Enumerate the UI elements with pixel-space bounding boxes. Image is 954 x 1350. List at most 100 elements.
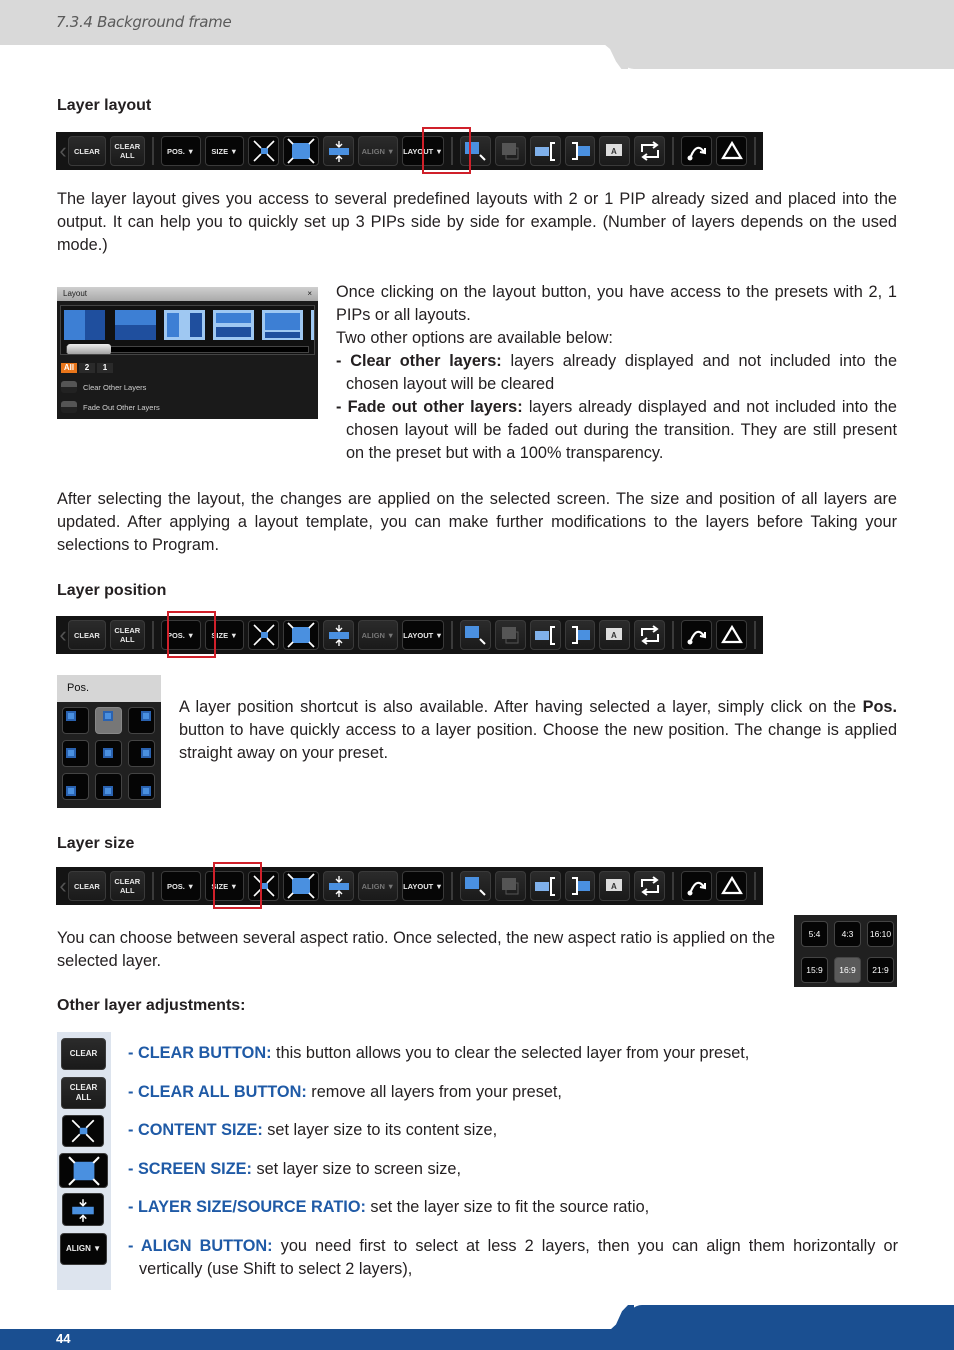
layout-preset-side-by-side[interactable] bbox=[64, 310, 105, 340]
layout-scroll-thumb[interactable] bbox=[67, 344, 111, 354]
layout-label: LAYOUT ▼ bbox=[403, 630, 443, 640]
resize-layer-button[interactable] bbox=[459, 871, 491, 901]
toolbar-pos-button[interactable]: POS. ▼ bbox=[160, 136, 201, 166]
source-ratio-button[interactable] bbox=[323, 620, 355, 650]
screen-size-button[interactable] bbox=[283, 620, 320, 650]
loop-layer-button[interactable] bbox=[634, 620, 666, 650]
position-center[interactable] bbox=[95, 740, 122, 767]
position-top-center[interactable] bbox=[95, 707, 122, 734]
image-layer-button[interactable]: A bbox=[599, 136, 631, 166]
undo-button[interactable] bbox=[681, 136, 713, 166]
layer-ghost-button[interactable] bbox=[494, 871, 526, 901]
layer-ghost-button[interactable] bbox=[494, 136, 526, 166]
clear-sample-label: CLEAR bbox=[69, 1049, 98, 1058]
resize-layer-button[interactable] bbox=[459, 620, 491, 650]
content-size-button[interactable] bbox=[248, 136, 280, 166]
toolbar-size-button[interactable]: SIZE ▼ bbox=[204, 136, 245, 166]
layout-panel-title: Layout bbox=[63, 289, 88, 298]
fade-out-other-layers-toggle[interactable] bbox=[61, 401, 77, 413]
ratio-4-3[interactable]: 4:3 bbox=[834, 921, 861, 947]
page-number: 44 bbox=[56, 1331, 71, 1346]
undo-button[interactable] bbox=[681, 620, 713, 650]
layout-preset-main-plus-bar[interactable] bbox=[262, 310, 303, 340]
layout-preset-stacked[interactable] bbox=[115, 310, 156, 340]
position-top-right[interactable] bbox=[128, 707, 155, 734]
split-layer-button[interactable] bbox=[529, 136, 561, 166]
layout-preset-two-pips[interactable] bbox=[164, 310, 205, 340]
clear-other-layers-toggle[interactable] bbox=[61, 381, 77, 393]
screen-size-button[interactable] bbox=[283, 136, 320, 166]
screen-size-icon bbox=[287, 622, 315, 648]
toolbar-align-button[interactable]: ALIGN ▼ bbox=[358, 136, 398, 166]
close-icon[interactable]: × bbox=[307, 287, 312, 301]
toolbar-clear-button[interactable]: CLEAR bbox=[67, 136, 106, 166]
layout-para-2: Two other options are available below: bbox=[336, 329, 613, 347]
position-middle-left[interactable] bbox=[62, 740, 89, 767]
swap-layer-button[interactable] bbox=[564, 620, 596, 650]
recycle-button[interactable] bbox=[716, 136, 747, 166]
toolbar-layout-button[interactable]: LAYOUT ▼ bbox=[401, 620, 444, 650]
tab-1[interactable]: 1 bbox=[97, 363, 113, 373]
layer-ghost-icon bbox=[502, 627, 519, 644]
position-marker bbox=[103, 786, 113, 796]
position-middle-right[interactable] bbox=[128, 740, 155, 767]
adjustment-key: - SCREEN SIZE: bbox=[128, 1160, 252, 1178]
ratio-5-4[interactable]: 5:4 bbox=[801, 921, 828, 947]
layout-preset-two-bars[interactable] bbox=[213, 310, 254, 340]
toolbar-clear-all-button[interactable]: CLEAR ALL bbox=[109, 620, 145, 650]
ratio-16-9[interactable]: 16:9 bbox=[834, 957, 861, 983]
position-bottom-right[interactable] bbox=[128, 773, 155, 800]
toolbar-clear-all-button[interactable]: CLEAR ALL bbox=[109, 871, 145, 901]
layer-ghost-icon bbox=[502, 878, 519, 895]
loop-layer-button[interactable] bbox=[634, 871, 666, 901]
recycle-button[interactable] bbox=[716, 620, 747, 650]
toolbar-layout-button[interactable]: LAYOUT ▼ bbox=[401, 871, 444, 901]
image-layer-button[interactable]: A bbox=[599, 620, 631, 650]
position-marker bbox=[103, 711, 113, 721]
toolbar-clear-button[interactable]: CLEAR bbox=[67, 620, 106, 650]
split-layer-button[interactable] bbox=[529, 871, 561, 901]
source-ratio-button[interactable] bbox=[323, 871, 355, 901]
swap-layer-button[interactable] bbox=[564, 871, 596, 901]
toolbar-back-chevron-icon[interactable]: ‹ bbox=[58, 871, 68, 901]
undo-button[interactable] bbox=[681, 871, 713, 901]
fade-out-other-layers-option[interactable]: Fade Out Other Layers bbox=[61, 401, 160, 413]
ratio-15-9[interactable]: 15:9 bbox=[801, 957, 828, 983]
toolbar-back-chevron-icon[interactable]: ‹ bbox=[58, 620, 68, 650]
clear-all-sample-label: CLEAR ALL bbox=[70, 1083, 98, 1103]
toolbar-divider bbox=[753, 621, 756, 649]
clear-all-line2: ALL bbox=[119, 151, 135, 160]
toolbar-align-button[interactable]: ALIGN ▼ bbox=[358, 620, 398, 650]
tab-2[interactable]: 2 bbox=[79, 363, 95, 373]
image-layer-button[interactable]: A bbox=[599, 871, 631, 901]
ratio-21-9[interactable]: 21:9 bbox=[867, 957, 894, 983]
recycle-button[interactable] bbox=[716, 871, 747, 901]
tab-all[interactable]: All bbox=[61, 363, 77, 373]
toolbar-clear-all-button[interactable]: CLEAR ALL bbox=[109, 136, 145, 166]
position-bottom-center[interactable] bbox=[95, 773, 122, 800]
ratio-16-10[interactable]: 16:10 bbox=[867, 921, 894, 947]
loop-layer-button[interactable] bbox=[634, 136, 666, 166]
recycle-icon bbox=[720, 140, 743, 160]
toolbar-back-chevron-icon[interactable]: ‹ bbox=[58, 136, 68, 166]
toolbar-clear-button[interactable]: CLEAR bbox=[67, 871, 106, 901]
position-bottom-left[interactable] bbox=[62, 773, 89, 800]
clear-other-layers-option[interactable]: Clear Other Layers bbox=[61, 381, 146, 393]
screen-size-button[interactable] bbox=[283, 871, 320, 901]
layer-ghost-button[interactable] bbox=[494, 620, 526, 650]
position-top-left[interactable] bbox=[62, 707, 89, 734]
toolbar-pos-button[interactable]: POS. ▼ bbox=[160, 871, 201, 901]
content-size-button[interactable] bbox=[248, 620, 280, 650]
split-layer-button[interactable] bbox=[529, 620, 561, 650]
clear-all-label: CLEAR ALL bbox=[114, 877, 140, 895]
swap-layer-button[interactable] bbox=[564, 136, 596, 166]
layout-scrollbar[interactable] bbox=[66, 344, 309, 354]
adjustment-item-clear: - CLEAR BUTTON: this button allows you t… bbox=[128, 1042, 898, 1065]
heading-layer-size: Layer size bbox=[57, 835, 135, 852]
clear-label: CLEAR bbox=[73, 881, 100, 891]
source-ratio-button[interactable] bbox=[323, 136, 355, 166]
undo-icon bbox=[687, 881, 706, 896]
adjustment-icons-column: CLEAR CLEAR ALL ALIGN ▼ bbox=[57, 1032, 111, 1290]
layout-preset-partial[interactable] bbox=[311, 310, 315, 340]
toolbar-align-button[interactable]: ALIGN ▼ bbox=[358, 871, 398, 901]
